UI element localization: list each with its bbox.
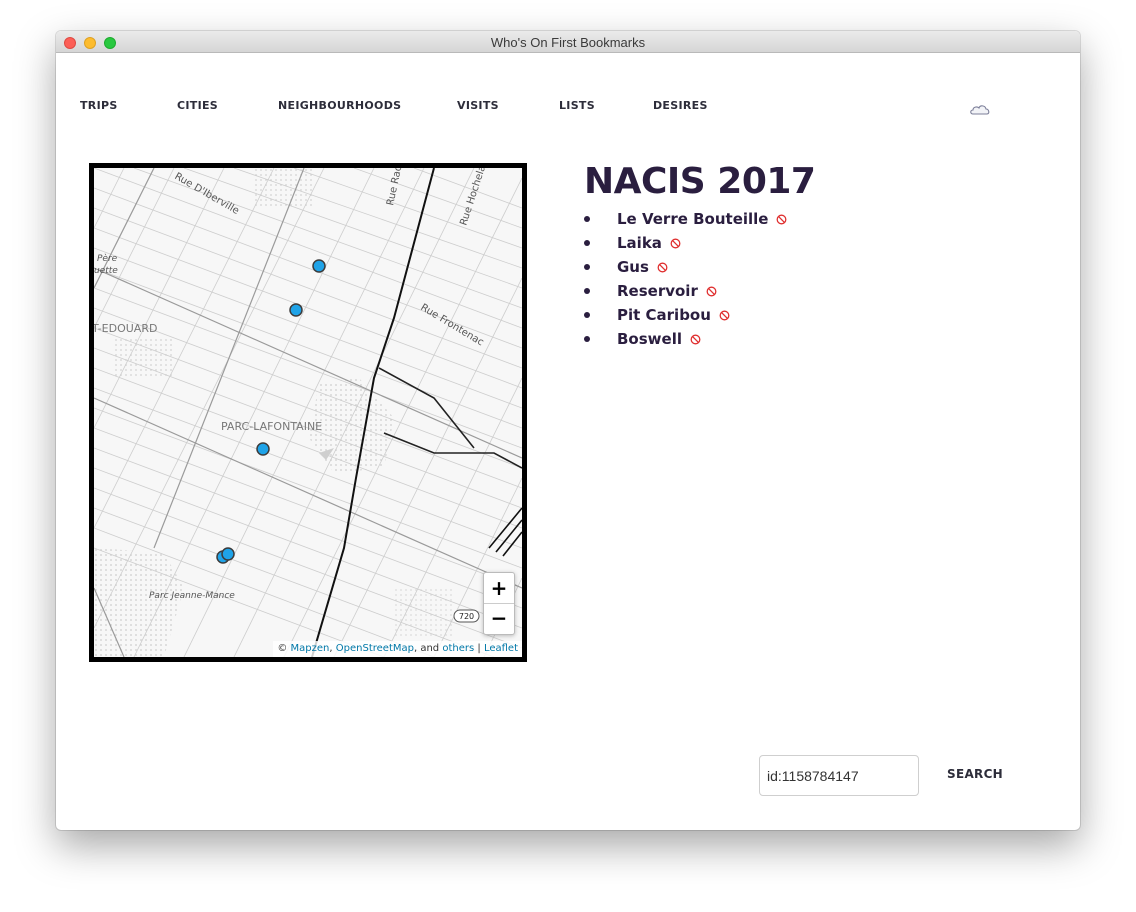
list-item: Reservoir bbox=[584, 281, 787, 305]
list-bullet bbox=[584, 240, 590, 246]
map[interactable]: Rue D'Iberville Rue Rach Rue Hochelag Ru… bbox=[89, 163, 527, 662]
title-bar: Who's On First Bookmarks bbox=[56, 31, 1080, 53]
highway-shield: 720 bbox=[459, 612, 474, 621]
nav-trips[interactable]: TRIPS bbox=[80, 99, 118, 112]
nav-neighbourhoods[interactable]: NEIGHBOURHOODS bbox=[278, 99, 401, 112]
nav-cities[interactable]: CITIES bbox=[177, 99, 218, 112]
leaflet-link[interactable]: Leaflet bbox=[484, 643, 518, 654]
map-marker[interactable] bbox=[221, 547, 235, 561]
map-attribution: © Mapzen, OpenStreetMap, and others | Le… bbox=[273, 641, 522, 657]
no-entry-icon[interactable] bbox=[670, 238, 681, 249]
openstreetmap-link[interactable]: OpenStreetMap bbox=[336, 643, 414, 654]
list-item: Gus bbox=[584, 257, 787, 281]
others-link[interactable]: others bbox=[442, 643, 474, 654]
window-title: Who's On First Bookmarks bbox=[490, 35, 646, 50]
map-label-park: Parc Jeanne-Mance bbox=[149, 591, 235, 601]
map-tiles: Rue D'Iberville Rue Rach Rue Hochelag Ru… bbox=[94, 168, 522, 657]
no-entry-icon[interactable] bbox=[706, 286, 717, 297]
list-item: Pit Caribou bbox=[584, 305, 787, 329]
mapzen-link[interactable]: Mapzen bbox=[291, 643, 330, 654]
list-bullet bbox=[584, 288, 590, 294]
list-item: Boswell bbox=[584, 329, 787, 353]
map-marker[interactable] bbox=[289, 303, 303, 317]
attribution-bar: | bbox=[477, 643, 481, 654]
no-entry-icon[interactable] bbox=[657, 262, 668, 273]
place-link[interactable]: Boswell bbox=[617, 330, 682, 348]
map-label-neighbourhood: T-EDOUARD bbox=[94, 322, 157, 335]
page-title: NACIS 2017 bbox=[584, 161, 816, 202]
search-button[interactable]: SEARCH bbox=[947, 767, 1003, 781]
list-bullet bbox=[584, 216, 590, 222]
place-link[interactable]: Le Verre Bouteille bbox=[617, 210, 768, 228]
no-entry-icon[interactable] bbox=[776, 214, 787, 225]
attribution-separator: , bbox=[329, 643, 333, 654]
nav-lists[interactable]: LISTS bbox=[559, 99, 595, 112]
map-label-neighbourhood: PARC-LAFONTAINE bbox=[221, 420, 322, 433]
places-list: Le Verre Bouteille Laika Gus Reservoir P… bbox=[584, 209, 787, 353]
list-bullet bbox=[584, 312, 590, 318]
search-input[interactable] bbox=[759, 755, 919, 796]
zoom-out-button[interactable]: − bbox=[484, 603, 514, 633]
browser-window: Who's On First Bookmarks TRIPS CITIES NE… bbox=[56, 31, 1080, 830]
list-item: Le Verre Bouteille bbox=[584, 209, 787, 233]
list-item: Laika bbox=[584, 233, 787, 257]
map-marker[interactable] bbox=[256, 442, 270, 456]
zoom-in-button[interactable]: + bbox=[484, 573, 514, 604]
no-entry-icon[interactable] bbox=[719, 310, 730, 321]
cloud-icon[interactable] bbox=[968, 101, 992, 117]
main-nav: TRIPS CITIES NEIGHBOURHOODS VISITS LISTS… bbox=[56, 99, 1080, 115]
nav-visits[interactable]: VISITS bbox=[457, 99, 499, 112]
list-bullet bbox=[584, 336, 590, 342]
place-link[interactable]: Gus bbox=[617, 258, 649, 276]
place-link[interactable]: Laika bbox=[617, 234, 662, 252]
map-label-park: Père bbox=[97, 253, 118, 264]
map-marker[interactable] bbox=[312, 259, 326, 273]
place-link[interactable]: Reservoir bbox=[617, 282, 698, 300]
copyright-symbol: © bbox=[277, 643, 288, 654]
place-link[interactable]: Pit Caribou bbox=[617, 306, 711, 324]
attribution-and: , and bbox=[413, 643, 440, 654]
no-entry-icon[interactable] bbox=[690, 334, 701, 345]
map-label-park: uette bbox=[94, 266, 118, 276]
list-bullet bbox=[584, 264, 590, 270]
nav-desires[interactable]: DESIRES bbox=[653, 99, 708, 112]
zoom-control: + − bbox=[483, 572, 515, 635]
